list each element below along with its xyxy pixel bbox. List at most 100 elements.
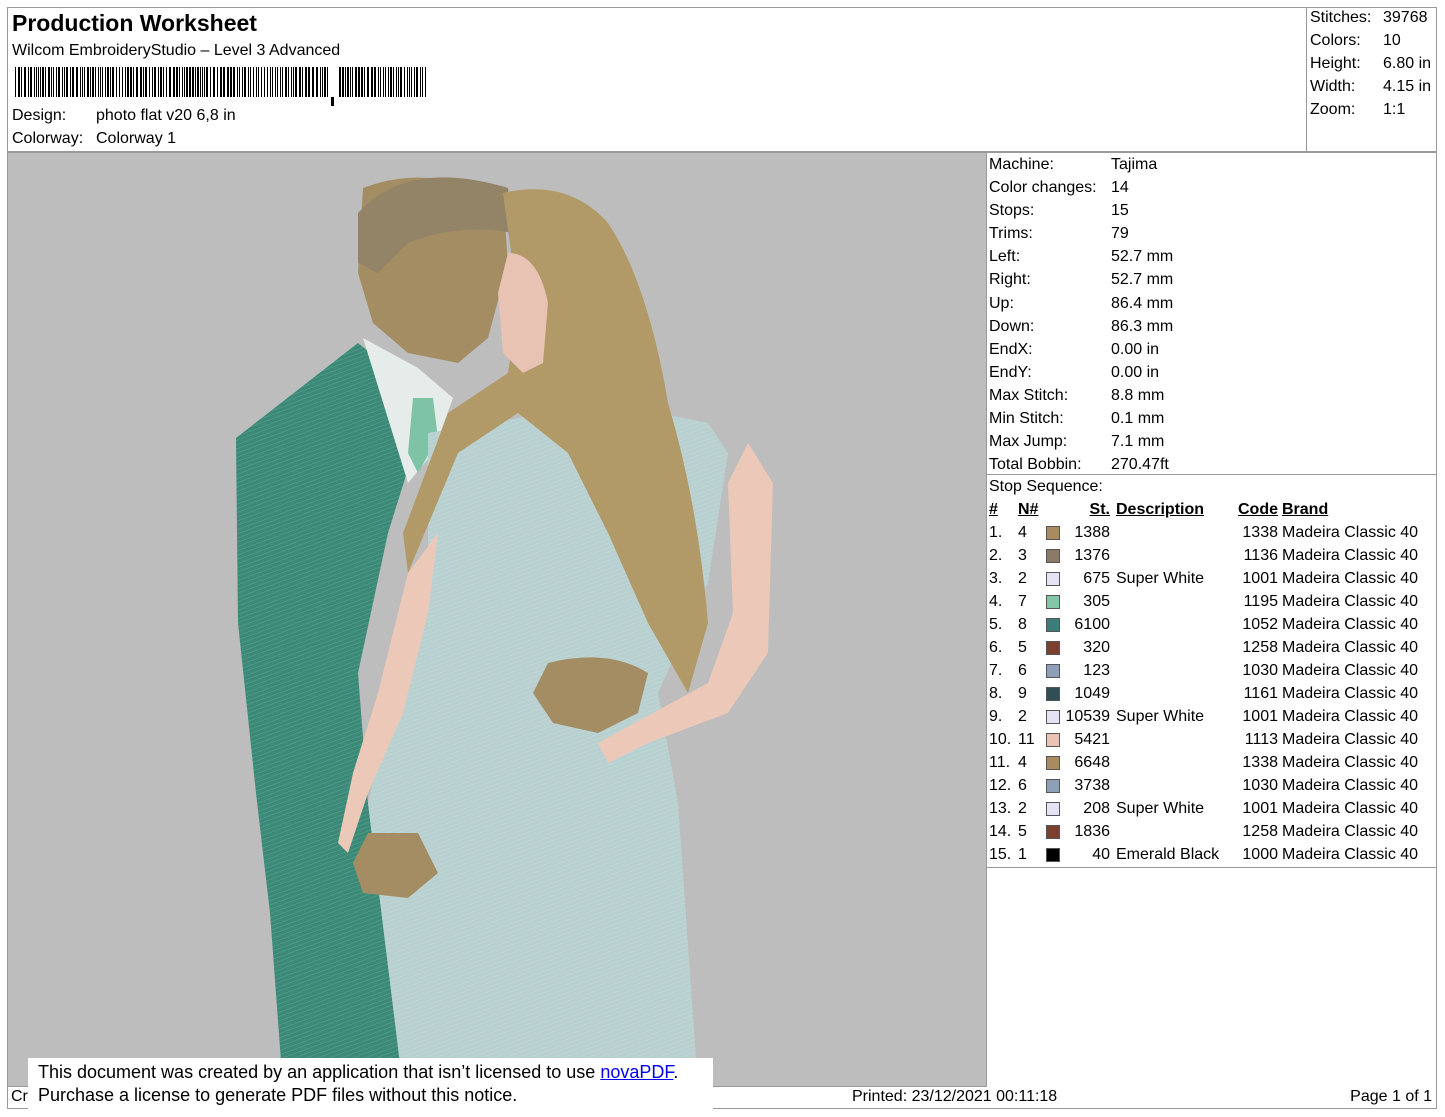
barcode-bar — [223, 67, 225, 97]
barcode-bar — [40, 67, 41, 97]
swatch-chip — [1046, 709, 1060, 724]
page-title: Production Worksheet — [12, 10, 257, 36]
color-swatch — [1044, 567, 1062, 590]
stitch-count: 208 — [1083, 800, 1110, 817]
info-label: Left: — [989, 248, 1021, 266]
barcode-bar — [130, 67, 132, 97]
notice-text: This document was created by an applicat… — [38, 1062, 601, 1082]
stop-index: 15. — [989, 846, 1012, 863]
color-swatch — [1044, 843, 1062, 866]
barcode-bar — [324, 67, 326, 97]
col-header-code: Code — [1238, 501, 1278, 518]
info-label: Right: — [989, 271, 1031, 289]
barcode-bar — [105, 67, 106, 97]
info-value: 0.1 mm — [1111, 410, 1165, 428]
info-label: Machine: — [989, 156, 1054, 173]
barcode-bar — [270, 67, 271, 97]
table-row: 6. 5 320 1258 Madeira Classic 40 — [987, 636, 1418, 659]
info-row: Color changes: 14 — [987, 176, 1436, 199]
table-header-row: # N# St. Description Code Brand — [987, 498, 1418, 521]
color-swatch — [1044, 636, 1062, 659]
table-row: 4. 7 305 1195 Madeira Classic 40 — [987, 590, 1418, 613]
swatch-chip — [1046, 525, 1060, 540]
thread-description: Super White — [1116, 708, 1205, 725]
thread-brand: Madeira Classic 40 — [1282, 823, 1419, 840]
needle-number: 4 — [1018, 524, 1027, 541]
table-row: 15. 1 40 Emerald Black 1000 Madeira Classic 4… — [987, 843, 1418, 866]
needle-number: 2 — [1018, 570, 1027, 587]
barcode-bar — [184, 67, 185, 97]
thread-brand: Madeira Classic 40 — [1282, 754, 1419, 771]
footer-left-text: Cr — [11, 1088, 28, 1105]
barcode-bar — [339, 67, 341, 97]
barcode-bar — [58, 67, 60, 97]
thread-code: 1001 — [1242, 708, 1278, 725]
barcode-bar — [316, 67, 318, 97]
barcode-bar — [261, 67, 262, 97]
thread-brand: Madeira Classic 40 — [1282, 846, 1419, 863]
needle-number: 1 — [1018, 846, 1027, 863]
stitch-count: 305 — [1083, 593, 1110, 610]
barcode-bar — [173, 67, 175, 97]
stat-zoom: Zoom: 1:1 — [1310, 101, 1405, 119]
stitch-count: 1049 — [1074, 685, 1110, 702]
needle-number: 2 — [1018, 708, 1027, 725]
stitch-count: 6100 — [1074, 616, 1110, 633]
info-row: Down: 86.3 mm — [987, 315, 1436, 338]
barcode-bar — [272, 67, 273, 97]
needle-number: 9 — [1018, 685, 1027, 702]
table-row: 8. 9 1049 1161 Madeira Classic 40 — [987, 682, 1418, 705]
barcode-bar — [407, 67, 408, 97]
barcode-bar — [393, 67, 394, 97]
barcode-bar — [53, 67, 54, 97]
worksheet-header: Production Worksheet Wilcom EmbroiderySt… — [7, 7, 1437, 153]
stat-label: Width: — [1310, 78, 1356, 95]
info-value: 14 — [1111, 179, 1129, 197]
stitch-count: 1376 — [1074, 547, 1110, 564]
barcode-bar — [100, 67, 101, 97]
stop-sequence-title: Stop Sequence: — [989, 478, 1103, 495]
barcode-bar — [364, 67, 365, 97]
barcode-bar — [220, 67, 222, 97]
novapdf-link[interactable]: novaPDF — [600, 1062, 673, 1082]
stat-label: Stitches: — [1310, 9, 1372, 26]
barcode-bar — [122, 67, 123, 97]
stop-index: 10. — [989, 731, 1012, 748]
thread-brand: Madeira Classic 40 — [1282, 593, 1419, 610]
barcode-bar — [396, 67, 397, 97]
software-name: Wilcom EmbroideryStudio – Level 3 Advanc… — [12, 42, 341, 59]
swatch-chip — [1046, 640, 1060, 655]
barcode-bar — [342, 67, 344, 97]
barcode-bar — [87, 67, 89, 97]
barcode-bar — [158, 67, 159, 97]
info-row: Up: 86.4 mm — [987, 292, 1436, 315]
thread-brand: Madeira Classic 40 — [1282, 800, 1419, 817]
table-row: 7. 6 123 1030 Madeira Classic 40 — [987, 659, 1418, 682]
info-row: Total Bobbin: 270.47ft — [987, 453, 1436, 476]
colorway-label: Colorway: — [12, 130, 84, 147]
barcode-bar — [409, 67, 410, 97]
swatch-chip — [1046, 778, 1060, 793]
thread-brand: Madeira Classic 40 — [1282, 777, 1419, 794]
barcode-bar — [322, 67, 323, 97]
thread-brand: Madeira Classic 40 — [1282, 547, 1419, 564]
barcode-bar — [239, 67, 240, 97]
barcode-bar — [398, 67, 399, 97]
design-row: Design: photo flat v20 6,8 in — [12, 107, 236, 125]
color-swatch — [1044, 797, 1062, 820]
info-value: 8.8 mm — [1111, 386, 1165, 404]
thread-description — [1110, 820, 1228, 843]
barcode-bar — [237, 67, 238, 97]
swatch-chip — [1046, 847, 1060, 862]
stitch-count: 675 — [1083, 570, 1110, 587]
barcode-bar — [195, 67, 196, 97]
col-header-swatch — [1044, 498, 1062, 521]
barcode-bar — [45, 67, 46, 97]
stop-index: 11. — [989, 754, 1011, 771]
barcode-bar — [70, 67, 71, 97]
table-row: 1. 4 1388 1338 Madeira Classic 40 — [987, 521, 1418, 544]
info-row: EndY: 0.00 in — [987, 361, 1436, 384]
info-row: Machine: Tajima — [987, 153, 1436, 176]
empty-panel — [987, 868, 1437, 1087]
color-swatch — [1044, 705, 1062, 728]
